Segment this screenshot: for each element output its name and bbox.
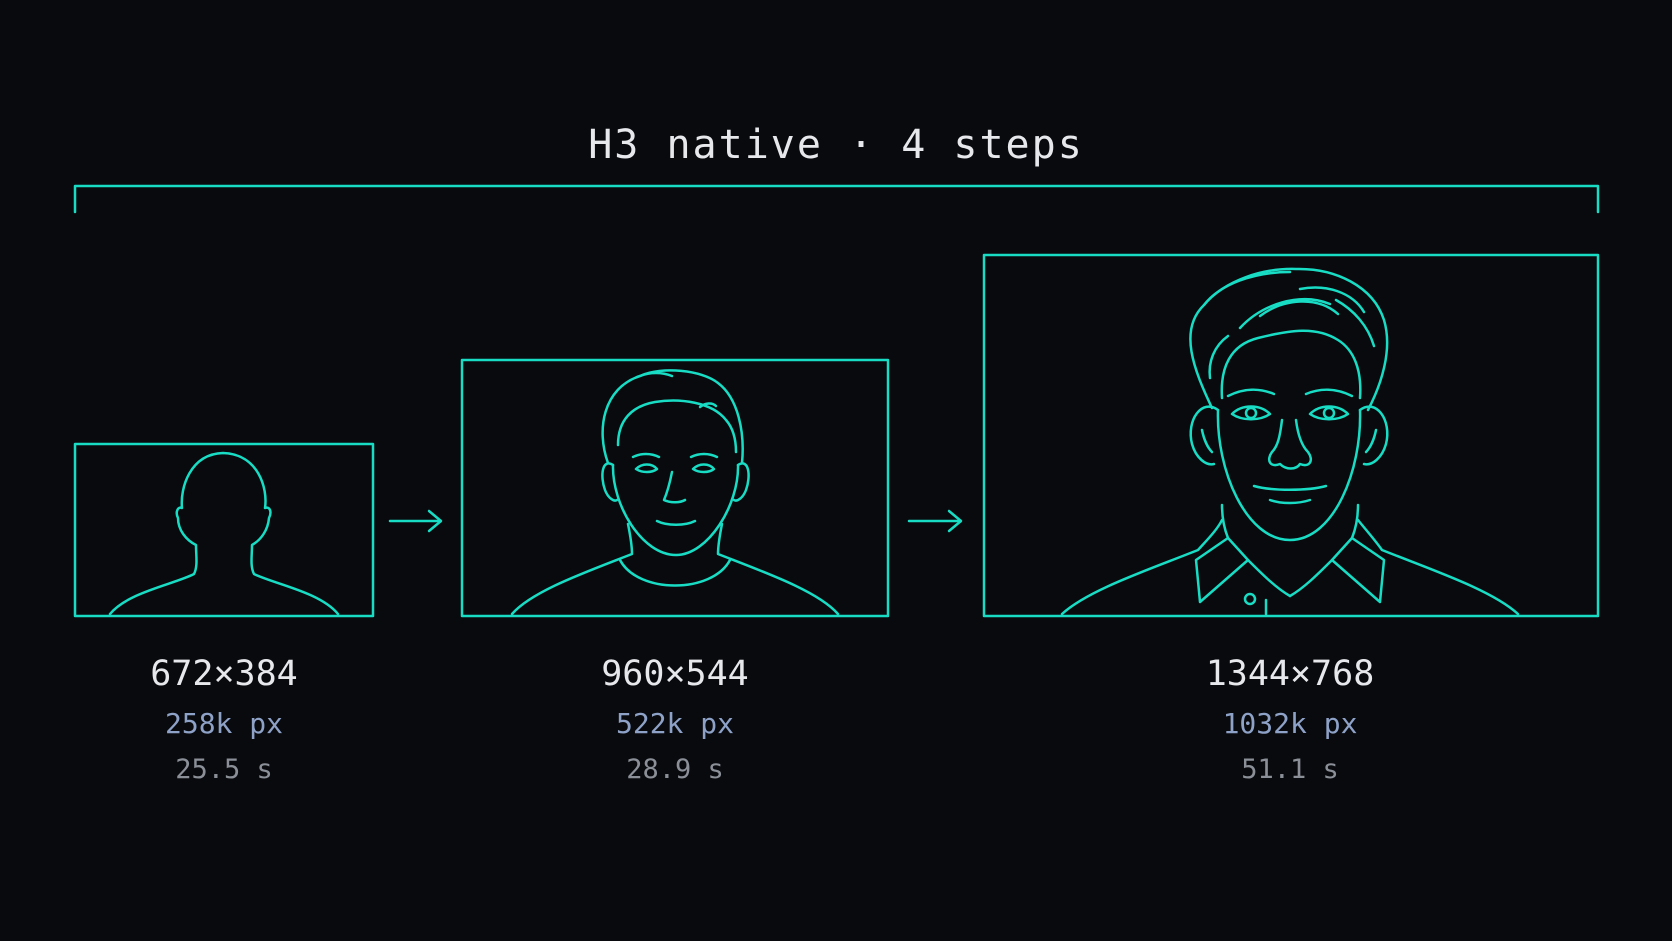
stage-2-resolution: 960×544 bbox=[601, 654, 749, 694]
stage-3-time: 51.1 s bbox=[1241, 754, 1339, 785]
stage-3-frame bbox=[982, 253, 1600, 618]
span-bracket bbox=[73, 184, 1600, 214]
stage-3-resolution: 1344×768 bbox=[1205, 654, 1375, 694]
stage-1-pixels: 258k px bbox=[164, 707, 283, 740]
stage-1-time: 25.5 s bbox=[175, 754, 273, 785]
stage-2-pixels: 522k px bbox=[615, 707, 734, 740]
arrow-icon bbox=[907, 509, 963, 533]
arrow-icon bbox=[388, 509, 443, 533]
stage-2-frame bbox=[460, 358, 890, 618]
detailed-face-portrait-icon bbox=[1060, 267, 1520, 616]
stage-2-time: 28.9 s bbox=[626, 754, 724, 785]
stage-3-pixels: 1032k px bbox=[1222, 707, 1358, 740]
silhouette-portrait-icon bbox=[108, 451, 340, 616]
pipeline-diagram bbox=[73, 184, 1600, 618]
stage-1-frame bbox=[73, 442, 375, 618]
simple-face-portrait-icon bbox=[510, 369, 840, 616]
stage-1-resolution: 672×384 bbox=[150, 654, 298, 694]
